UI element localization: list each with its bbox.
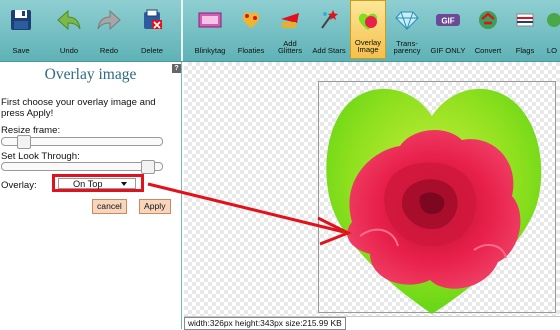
- image-info-status: width:326px height:343px size:215.99 KB: [184, 317, 346, 330]
- canvas-artwork: [147, 88, 542, 314]
- red-arrow-annotation: [147, 182, 352, 246]
